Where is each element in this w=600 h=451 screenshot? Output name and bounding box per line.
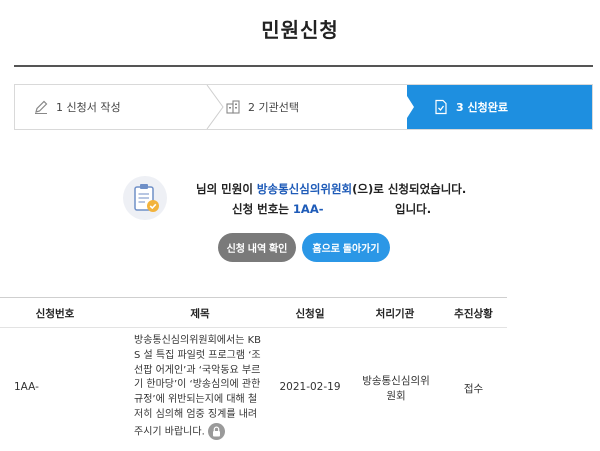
step-label: 1 신청서 작성 [56, 101, 121, 114]
header-status: 추진상황 [454, 308, 493, 320]
table-header: 신청번호 제목 신청일 처리기관 추진상황 [0, 297, 507, 328]
page-title: 민원신청 [261, 18, 339, 42]
step-write-form: 1 신청서 작성 [33, 85, 121, 129]
row-subject[interactable]: 방송통신심의위원회에서는 KBS 설 특집 파일럿 프로그램 ‘조선팝 어게인’… [134, 334, 266, 440]
application-number: 1AA- [292, 202, 324, 216]
row-subject-text: 방송통신심의위원회에서는 KBS 설 특집 파일럿 프로그램 ‘조선팝 어게인’… [134, 335, 261, 438]
document-check-icon [435, 99, 447, 115]
step-label: 3 신청완료 [456, 101, 508, 114]
step-complete: 3 신청완료 [433, 85, 508, 129]
notice-message: 님의 민원이 방송통신심의위원회(으)로 신청되었습니다. [196, 181, 466, 197]
view-history-button[interactable]: 신청 내역 확인 [218, 233, 296, 262]
application-complete-icon [123, 176, 167, 220]
number-prefix: 신청 번호는 [232, 202, 293, 216]
step-label: 2 기관선택 [248, 101, 299, 114]
header-date: 신청일 [295, 308, 325, 320]
progress-steps: 1 신청서 작성 2 기관선택 3 신청완료 [14, 84, 593, 130]
row-date: 2021-02-19 [279, 381, 341, 393]
lock-icon [207, 422, 225, 440]
notice-prefix: 님의 민원이 [196, 182, 257, 196]
notice-suffix: (으)로 신청되었습니다. [352, 182, 467, 196]
pencil-icon [35, 100, 48, 114]
header-number: 신청번호 [35, 308, 75, 320]
building-icon [226, 100, 240, 114]
number-suffix: 입니다. [395, 202, 432, 216]
row-status: 접수 [463, 383, 484, 395]
notice-agency: 방송통신심의위원회 [256, 182, 353, 196]
title-divider [14, 65, 593, 67]
go-home-button[interactable]: 홈으로 돌아가기 [302, 233, 390, 262]
header-agency: 처리기관 [375, 308, 415, 320]
clipboard-check-icon [134, 184, 159, 212]
active-step-arrow [400, 85, 414, 129]
row-number: 1AA- [14, 381, 39, 393]
header-subject: 제목 [190, 308, 210, 320]
row-agency: 방송통신심의위원회 [362, 375, 430, 402]
step-select-agency: 2 기관선택 [225, 85, 299, 129]
application-number-message: 신청 번호는 1AA- 입니다. [232, 201, 431, 217]
